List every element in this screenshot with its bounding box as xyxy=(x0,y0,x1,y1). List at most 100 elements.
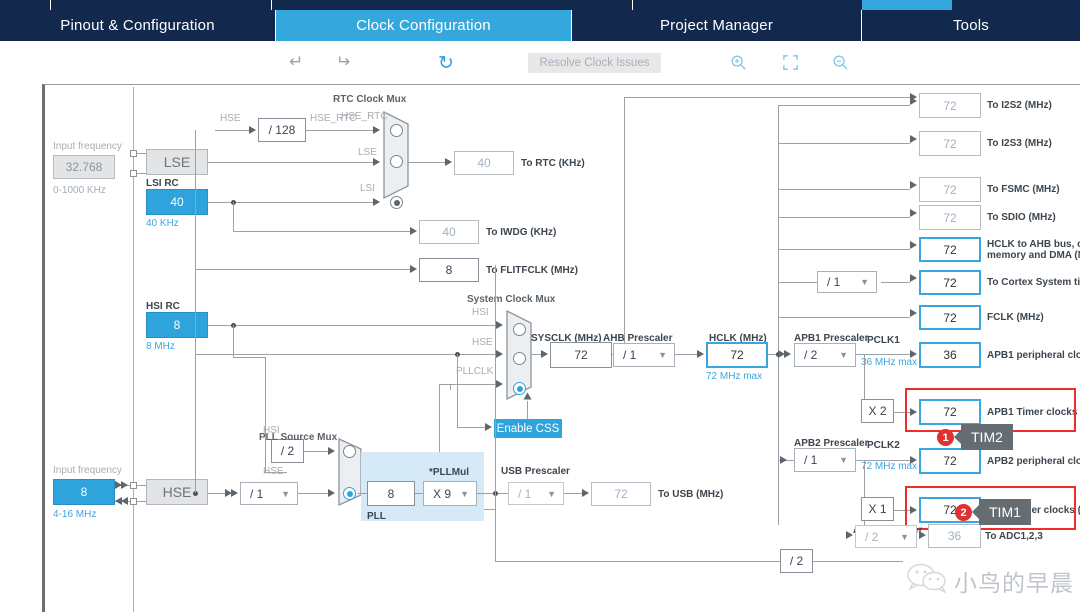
apb1-prescaler-select[interactable]: / 2 ▼ xyxy=(794,343,856,367)
output-arrow xyxy=(910,241,917,249)
rtc-output-label: To RTC (KHz) xyxy=(521,158,585,169)
rtc-clock-mux-title: RTC Clock Mux xyxy=(333,94,407,105)
output-arrow xyxy=(910,274,917,282)
pll-source-hse-label: HSE xyxy=(263,466,284,477)
annotation-badge-1: 1 xyxy=(937,429,954,446)
output-arrow xyxy=(910,209,917,217)
hse-pin-out xyxy=(130,498,137,505)
clock-tree-canvas[interactable]: Input frequency 32.768 0-1000 KHz LSE HS… xyxy=(42,84,1080,612)
pllmul-select[interactable]: X 9 ▼ xyxy=(423,481,477,506)
hsi-rc-unit-label: 8 MHz xyxy=(146,341,175,352)
pll-hse-divider-select[interactable]: / 1 ▼ xyxy=(240,482,298,505)
chevron-down-icon: ▼ xyxy=(839,455,848,465)
adc-prescaler-select[interactable]: / 2 ▼ xyxy=(855,525,917,548)
ahb-prescaler-select[interactable]: / 1 ▼ xyxy=(613,343,675,367)
enable-css-button[interactable]: Enable CSS xyxy=(494,419,562,438)
tab-pinout-configuration[interactable]: Pinout & Configuration xyxy=(0,10,276,41)
output-value: 72 xyxy=(943,310,957,325)
apb2-timer-multiplier-box: X 1 xyxy=(861,497,894,521)
lsi-rc-unit-label: 40 KHz xyxy=(146,218,179,229)
apb2-peripheral-clock-label: APB2 peripheral clocks (MHz) xyxy=(987,456,1080,467)
rtc-mux-radio-lse[interactable] xyxy=(390,155,403,168)
output-label: To Cortex System timer (MHz) xyxy=(987,277,1080,288)
hse-input-frequency-label: Input frequency xyxy=(53,465,122,476)
tab-label: Tools xyxy=(952,17,990,34)
pll-source-mux-title: PLL Source Mux xyxy=(259,432,338,443)
refresh-icon[interactable]: ↻ xyxy=(438,52,454,75)
callout-notch xyxy=(954,430,961,444)
cortex-prescaler-select[interactable]: / 1 ▼ xyxy=(817,271,877,293)
lse-oscillator-box[interactable]: LSE xyxy=(146,149,208,175)
hse-input-frequency-field[interactable]: 8 xyxy=(53,479,115,505)
chevron-down-icon: ▼ xyxy=(460,488,469,499)
annotation-badge-2: 2 xyxy=(955,504,972,521)
hse-oscillator-box[interactable]: HSE xyxy=(146,479,208,505)
rtc-mux-input-lsi-label: LSI xyxy=(360,183,376,194)
flitfclk-output-label: To FLITFCLK (MHz) xyxy=(486,265,579,276)
watermark-text: 小鸟的早晨 xyxy=(954,570,1074,597)
usb-prescaler-select[interactable]: / 1 ▼ xyxy=(508,482,564,505)
pllmul-title: *PLLMul xyxy=(429,467,469,478)
resolve-clock-issues-label: Resolve Clock Issues xyxy=(539,57,650,69)
annotation-label: TIM2 xyxy=(971,429,1003,445)
lse-pin-in xyxy=(130,150,137,157)
pclk1-title: PCLK1 xyxy=(867,335,900,346)
output-value-box: 72 xyxy=(919,270,981,295)
sysmux-input-pllclk-label: PLLCLK xyxy=(456,366,494,377)
callout-notch xyxy=(972,505,979,519)
pllsrc-radio-hse[interactable] xyxy=(343,487,356,500)
sysmux-radio-hse[interactable] xyxy=(513,352,526,365)
usb-output-box: 72 xyxy=(591,482,651,506)
zoom-in-icon[interactable] xyxy=(730,54,747,76)
output-arrow xyxy=(910,181,917,189)
apb2-prescaler-select[interactable]: / 1 ▼ xyxy=(794,448,856,472)
iwdg-output-value: 40 xyxy=(419,220,479,244)
output-value: 72 xyxy=(943,136,957,151)
output-label: To I2S3 (MHz) xyxy=(987,138,1052,149)
zoom-out-icon[interactable] xyxy=(832,54,849,76)
flitfclk-output-value: 8 xyxy=(419,258,479,282)
apb1-peripheral-clock-box: 36 xyxy=(919,342,981,368)
hse-pin-in xyxy=(130,482,137,489)
fit-to-screen-icon[interactable] xyxy=(782,54,799,76)
chevron-down-icon: ▼ xyxy=(839,350,848,360)
hse-div128-wire-label: HSE xyxy=(220,113,241,124)
hsi-rc-title: HSI RC xyxy=(146,301,180,312)
output-label: To I2S2 (MHz) xyxy=(987,100,1052,111)
pll-input-value-box: 8 xyxy=(367,481,415,506)
tab-tools[interactable]: Tools xyxy=(862,10,1080,41)
chevron-down-icon: ▼ xyxy=(658,350,667,360)
output-value-box: 72 xyxy=(919,131,981,156)
annotation-label: TIM1 xyxy=(989,504,1021,520)
output-value: 72 xyxy=(943,210,957,225)
lsi-rc-value-field[interactable]: 40 xyxy=(146,189,208,215)
rtc-mux-radio-hse-rtc[interactable] xyxy=(390,124,403,137)
wechat-icon xyxy=(906,563,950,598)
pclk2-max-label: 72 MHz max xyxy=(861,461,918,472)
rtc-mux-radio-lsi[interactable] xyxy=(390,196,403,209)
lse-range-label: 0-1000 KHz xyxy=(53,185,106,196)
tab-clock-configuration[interactable]: Clock Configuration xyxy=(276,10,572,41)
pllsrc-radio-hsi[interactable] xyxy=(343,445,356,458)
resolve-clock-issues-button[interactable]: Resolve Clock Issues xyxy=(528,53,661,73)
output-label: To SDIO (MHz) xyxy=(987,212,1056,223)
sysmux-input-hse-label: HSE xyxy=(472,337,493,348)
lse-input-frequency-field[interactable]: 32.768 xyxy=(53,155,115,179)
usb-output-label: To USB (MHz) xyxy=(658,489,724,500)
tab-label: Project Manager xyxy=(659,17,774,34)
undo-icon[interactable]: ↵ xyxy=(289,52,303,72)
hsi-rc-value-field[interactable]: 8 xyxy=(146,312,208,338)
redo-icon[interactable]: ↵ xyxy=(336,52,350,72)
output-arrow xyxy=(910,97,917,105)
usb-prescaler-title: USB Prescaler xyxy=(501,466,570,477)
chevron-down-icon: ▼ xyxy=(860,277,869,287)
output-value: 72 xyxy=(943,182,957,197)
tab-label: Clock Configuration xyxy=(356,17,491,34)
apb1-peripheral-clock-label: APB1 peripheral clocks (MHz) xyxy=(987,350,1080,361)
output-value-box: 72 xyxy=(919,237,981,262)
sysmux-radio-hsi[interactable] xyxy=(513,323,526,336)
pll-label: PLL xyxy=(367,511,386,522)
tab-project-manager[interactable]: Project Manager xyxy=(572,10,862,41)
previous-tabbar-strip xyxy=(0,0,1080,10)
output-value-box: 72 xyxy=(919,305,981,330)
